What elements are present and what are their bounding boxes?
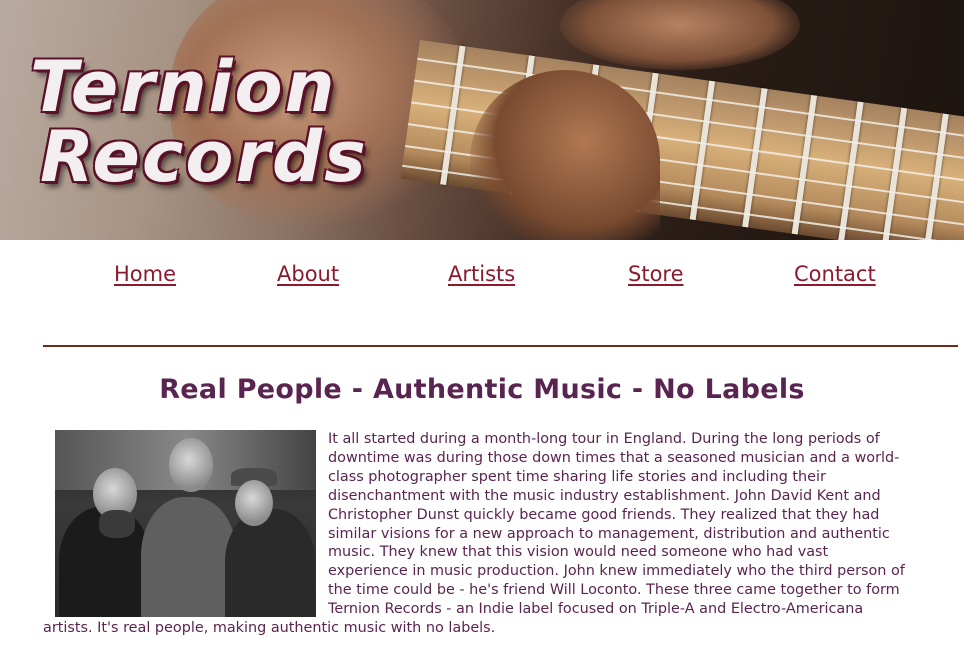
header-banner: Ternion Records — [0, 0, 964, 240]
divider — [43, 345, 958, 347]
hand-image — [470, 70, 660, 240]
nav-link-store[interactable]: Store — [628, 262, 684, 286]
logo-line-1: Ternion — [30, 46, 337, 128]
logo-line-2: Records — [40, 116, 368, 198]
site-logo[interactable]: Ternion Records — [30, 52, 368, 192]
founders-photo — [55, 430, 316, 617]
nav-link-contact[interactable]: Contact — [794, 262, 876, 286]
nav-link-about[interactable]: About — [277, 262, 339, 286]
nav-link-home[interactable]: Home — [114, 262, 176, 286]
page-headline: Real People - Authentic Music - No Label… — [159, 374, 805, 405]
main-nav: Home About Artists Store Contact — [0, 262, 964, 296]
about-section: It all started during a month-long tour … — [43, 430, 911, 638]
nav-link-artists[interactable]: Artists — [448, 262, 515, 286]
